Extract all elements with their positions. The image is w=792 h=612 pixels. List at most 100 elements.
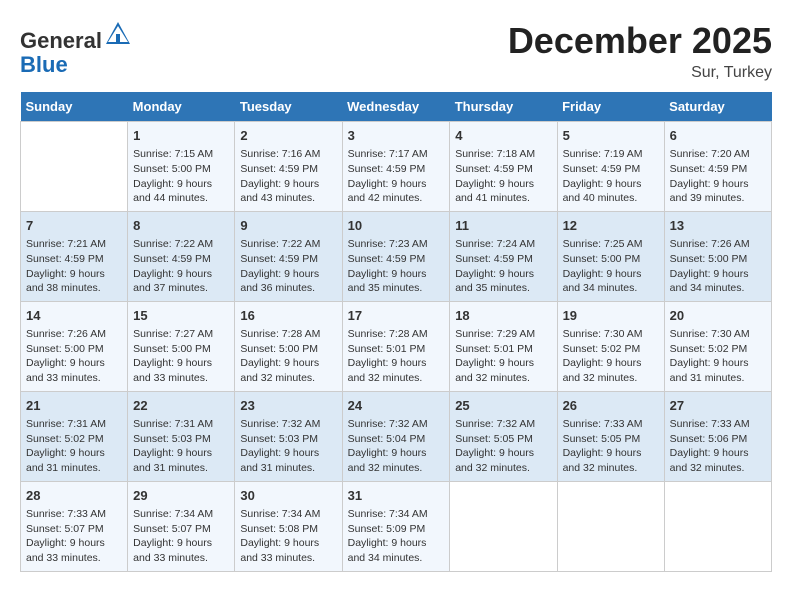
calendar-cell: 21 Sunrise: 7:31 AM Sunset: 5:02 PM Dayli… [21, 391, 128, 481]
day-info: Sunrise: 7:16 AM Sunset: 4:59 PM Dayligh… [240, 147, 336, 206]
calendar-cell: 26 Sunrise: 7:33 AM Sunset: 5:05 PM Dayli… [557, 391, 664, 481]
day-info: Sunrise: 7:21 AM Sunset: 4:59 PM Dayligh… [26, 237, 122, 296]
day-number: 9 [240, 217, 336, 235]
header-wednesday: Wednesday [342, 92, 450, 122]
page-header: General Blue December 2025 Sur, Turkey [20, 20, 772, 82]
day-number: 8 [133, 217, 229, 235]
calendar-cell: 30 Sunrise: 7:34 AM Sunset: 5:08 PM Dayli… [235, 481, 342, 571]
day-info: Sunrise: 7:34 AM Sunset: 5:09 PM Dayligh… [348, 507, 445, 566]
logo: General Blue [20, 20, 132, 77]
day-number: 19 [563, 307, 659, 325]
day-number: 1 [133, 127, 229, 145]
calendar-cell: 7 Sunrise: 7:21 AM Sunset: 4:59 PM Daylig… [21, 211, 128, 301]
calendar-week-2: 7 Sunrise: 7:21 AM Sunset: 4:59 PM Daylig… [21, 211, 772, 301]
day-number: 31 [348, 487, 445, 505]
calendar-cell: 16 Sunrise: 7:28 AM Sunset: 5:00 PM Dayli… [235, 301, 342, 391]
calendar-cell: 5 Sunrise: 7:19 AM Sunset: 4:59 PM Daylig… [557, 122, 664, 212]
day-info: Sunrise: 7:17 AM Sunset: 4:59 PM Dayligh… [348, 147, 445, 206]
title-block: December 2025 Sur, Turkey [508, 20, 772, 82]
day-number: 13 [670, 217, 766, 235]
day-number: 29 [133, 487, 229, 505]
calendar-table: SundayMondayTuesdayWednesdayThursdayFrid… [20, 92, 772, 572]
header-thursday: Thursday [450, 92, 557, 122]
calendar-cell: 18 Sunrise: 7:29 AM Sunset: 5:01 PM Dayli… [450, 301, 557, 391]
calendar-cell: 13Sunrise: 7:26 AM Sunset: 5:00 PM Dayli… [664, 211, 771, 301]
calendar-cell: 2Sunrise: 7:16 AM Sunset: 4:59 PM Daylig… [235, 122, 342, 212]
calendar-cell: 15 Sunrise: 7:27 AM Sunset: 5:00 PM Dayli… [128, 301, 235, 391]
day-number: 6 [670, 127, 766, 145]
calendar-cell [664, 481, 771, 571]
calendar-week-1: 1 Sunrise: 7:15 AM Sunset: 5:00 PM Daylig… [21, 122, 772, 212]
day-info: Sunrise: 7:30 AM Sunset: 5:02 PM Dayligh… [563, 327, 659, 386]
month-title: December 2025 [508, 20, 772, 62]
day-info: Sunrise: 7:22 AM Sunset: 4:59 PM Dayligh… [240, 237, 336, 296]
day-number: 11 [455, 217, 551, 235]
day-info: Sunrise: 7:32 AM Sunset: 5:04 PM Dayligh… [348, 417, 445, 476]
header-sunday: Sunday [21, 92, 128, 122]
day-info: Sunrise: 7:25 AM Sunset: 5:00 PM Dayligh… [563, 237, 659, 296]
calendar-cell: 14Sunrise: 7:26 AM Sunset: 5:00 PM Dayli… [21, 301, 128, 391]
calendar-cell: 28 Sunrise: 7:33 AM Sunset: 5:07 PM Dayli… [21, 481, 128, 571]
calendar-cell: 9 Sunrise: 7:22 AM Sunset: 4:59 PM Daylig… [235, 211, 342, 301]
calendar-cell: 27 Sunrise: 7:33 AM Sunset: 5:06 PM Dayli… [664, 391, 771, 481]
calendar-cell: 8Sunrise: 7:22 AM Sunset: 4:59 PM Daylig… [128, 211, 235, 301]
calendar-cell: 10 Sunrise: 7:23 AM Sunset: 4:59 PM Dayli… [342, 211, 450, 301]
day-info: Sunrise: 7:33 AM Sunset: 5:06 PM Dayligh… [670, 417, 766, 476]
day-number: 27 [670, 397, 766, 415]
day-number: 21 [26, 397, 122, 415]
calendar-cell: 1 Sunrise: 7:15 AM Sunset: 5:00 PM Daylig… [128, 122, 235, 212]
calendar-cell: 20 Sunrise: 7:30 AM Sunset: 5:02 PM Dayli… [664, 301, 771, 391]
calendar-cell [557, 481, 664, 571]
logo-general: General [20, 28, 102, 53]
day-info: Sunrise: 7:34 AM Sunset: 5:08 PM Dayligh… [240, 507, 336, 566]
day-info: Sunrise: 7:23 AM Sunset: 4:59 PM Dayligh… [348, 237, 445, 296]
calendar-cell: 11 Sunrise: 7:24 AM Sunset: 4:59 PM Dayli… [450, 211, 557, 301]
day-number: 18 [455, 307, 551, 325]
day-info: Sunrise: 7:27 AM Sunset: 5:00 PM Dayligh… [133, 327, 229, 386]
header-monday: Monday [128, 92, 235, 122]
calendar-cell: 17Sunrise: 7:28 AM Sunset: 5:01 PM Dayli… [342, 301, 450, 391]
calendar-cell: 29Sunrise: 7:34 AM Sunset: 5:07 PM Dayli… [128, 481, 235, 571]
day-number: 22 [133, 397, 229, 415]
day-number: 7 [26, 217, 122, 235]
day-number: 26 [563, 397, 659, 415]
day-info: Sunrise: 7:31 AM Sunset: 5:02 PM Dayligh… [26, 417, 122, 476]
day-info: Sunrise: 7:19 AM Sunset: 4:59 PM Dayligh… [563, 147, 659, 206]
day-number: 10 [348, 217, 445, 235]
day-number: 16 [240, 307, 336, 325]
header-saturday: Saturday [664, 92, 771, 122]
calendar-week-5: 28 Sunrise: 7:33 AM Sunset: 5:07 PM Dayli… [21, 481, 772, 571]
calendar-week-4: 21 Sunrise: 7:31 AM Sunset: 5:02 PM Dayli… [21, 391, 772, 481]
calendar-cell: 23 Sunrise: 7:32 AM Sunset: 5:03 PM Dayli… [235, 391, 342, 481]
header-friday: Friday [557, 92, 664, 122]
day-info: Sunrise: 7:26 AM Sunset: 5:00 PM Dayligh… [26, 327, 122, 386]
day-info: Sunrise: 7:32 AM Sunset: 5:03 PM Dayligh… [240, 417, 336, 476]
calendar-cell: 19 Sunrise: 7:30 AM Sunset: 5:02 PM Dayli… [557, 301, 664, 391]
day-info: Sunrise: 7:33 AM Sunset: 5:07 PM Dayligh… [26, 507, 122, 566]
day-info: Sunrise: 7:28 AM Sunset: 5:01 PM Dayligh… [348, 327, 445, 386]
day-number: 28 [26, 487, 122, 505]
day-info: Sunrise: 7:18 AM Sunset: 4:59 PM Dayligh… [455, 147, 551, 206]
calendar-cell: 4Sunrise: 7:18 AM Sunset: 4:59 PM Daylig… [450, 122, 557, 212]
day-info: Sunrise: 7:15 AM Sunset: 5:00 PM Dayligh… [133, 147, 229, 206]
day-info: Sunrise: 7:24 AM Sunset: 4:59 PM Dayligh… [455, 237, 551, 296]
day-info: Sunrise: 7:31 AM Sunset: 5:03 PM Dayligh… [133, 417, 229, 476]
day-number: 24 [348, 397, 445, 415]
day-info: Sunrise: 7:20 AM Sunset: 4:59 PM Dayligh… [670, 147, 766, 206]
day-info: Sunrise: 7:29 AM Sunset: 5:01 PM Dayligh… [455, 327, 551, 386]
header-row: SundayMondayTuesdayWednesdayThursdayFrid… [21, 92, 772, 122]
day-number: 3 [348, 127, 445, 145]
day-info: Sunrise: 7:28 AM Sunset: 5:00 PM Dayligh… [240, 327, 336, 386]
calendar-cell [450, 481, 557, 571]
day-number: 15 [133, 307, 229, 325]
calendar-cell: 24 Sunrise: 7:32 AM Sunset: 5:04 PM Dayli… [342, 391, 450, 481]
day-info: Sunrise: 7:33 AM Sunset: 5:05 PM Dayligh… [563, 417, 659, 476]
calendar-cell: 31 Sunrise: 7:34 AM Sunset: 5:09 PM Dayli… [342, 481, 450, 571]
day-number: 5 [563, 127, 659, 145]
day-number: 20 [670, 307, 766, 325]
day-info: Sunrise: 7:30 AM Sunset: 5:02 PM Dayligh… [670, 327, 766, 386]
day-number: 30 [240, 487, 336, 505]
day-number: 23 [240, 397, 336, 415]
day-number: 12 [563, 217, 659, 235]
calendar-cell: 22 Sunrise: 7:31 AM Sunset: 5:03 PM Dayli… [128, 391, 235, 481]
